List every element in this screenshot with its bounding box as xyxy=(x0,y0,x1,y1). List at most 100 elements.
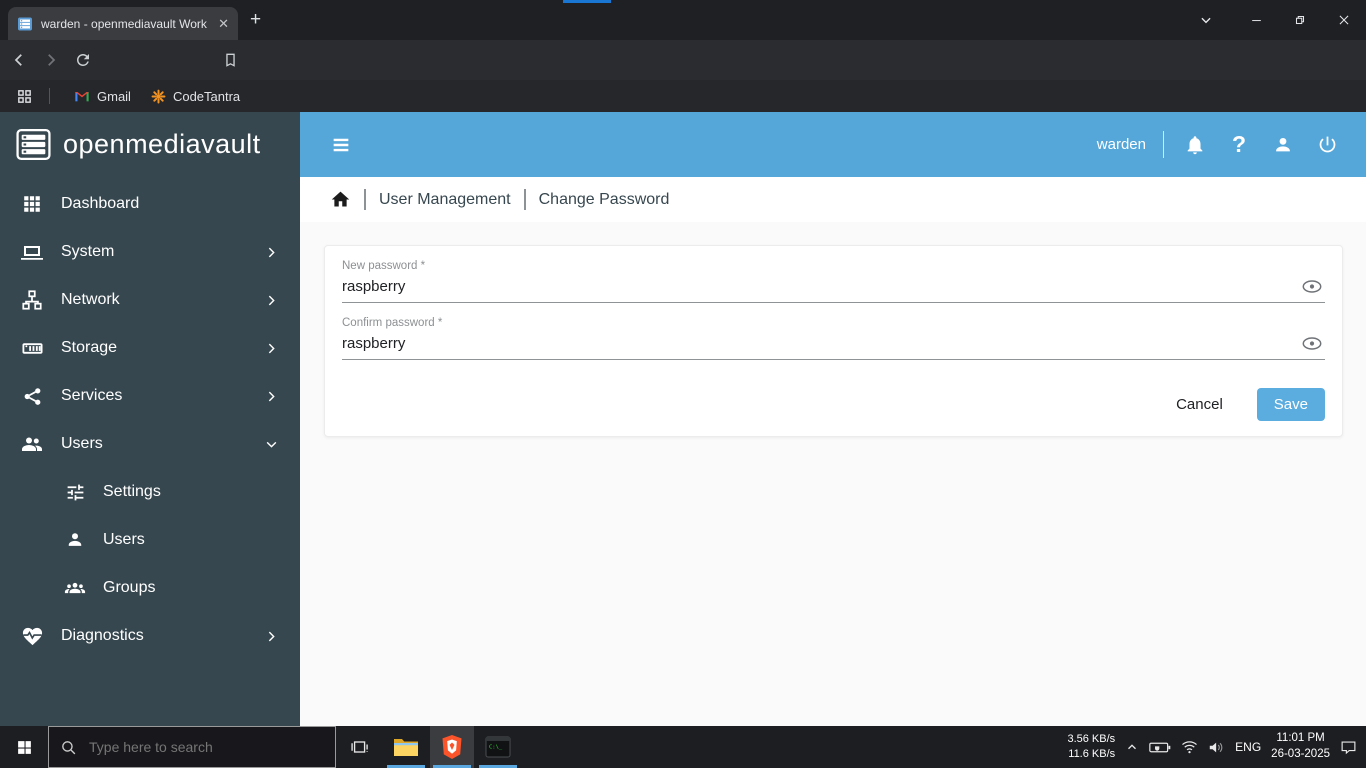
wifi-icon[interactable] xyxy=(1181,740,1198,754)
chevron-right-icon xyxy=(265,342,278,355)
browser-titlebar: warden - openmediavault Work ✕ + xyxy=(0,0,1366,40)
sidebar-item-label: Settings xyxy=(103,483,161,500)
forward-button[interactable] xyxy=(42,51,60,69)
terminal-button[interactable]: C:\_ xyxy=(476,726,520,768)
groups-icon xyxy=(64,577,86,600)
windows-taskbar: C:\_ 3.56 KB/s 11.6 KB/s ENG 11:01 PM 26… xyxy=(0,726,1366,768)
battery-charging-icon[interactable] xyxy=(1149,740,1171,755)
tab-close-icon[interactable]: ✕ xyxy=(218,17,229,30)
sidebar-item-network[interactable]: Network xyxy=(0,276,300,324)
sidebar-item-usermgmt-groups[interactable]: Groups xyxy=(0,564,300,612)
top-indicator-bar xyxy=(563,0,611,3)
bookmarks-divider xyxy=(49,88,50,104)
breadcrumb-item-user-management[interactable]: User Management xyxy=(379,191,511,209)
change-password-form: New password * Confirm password * Cancel… xyxy=(324,245,1343,437)
sidebar-item-services[interactable]: Services xyxy=(0,372,300,420)
action-center-icon[interactable] xyxy=(1340,739,1357,755)
header-divider xyxy=(1163,131,1164,158)
cancel-button[interactable]: Cancel xyxy=(1170,395,1229,414)
toggle-visibility-eye-icon[interactable] xyxy=(1301,278,1323,295)
reload-button[interactable] xyxy=(74,51,92,69)
svg-text:C:\_: C:\_ xyxy=(489,745,503,751)
sidebar-item-label: Services xyxy=(61,387,123,404)
bookmark-label: Gmail xyxy=(97,88,131,104)
toggle-visibility-eye-icon[interactable] xyxy=(1301,335,1323,352)
breadcrumb-divider xyxy=(364,189,366,210)
search-input[interactable] xyxy=(87,738,324,756)
content-area: New password * Confirm password * Cancel… xyxy=(300,222,1366,726)
window-close-button[interactable] xyxy=(1322,0,1366,40)
system-tray: 3.56 KB/s 11.6 KB/s ENG 11:01 PM 26-03-2… xyxy=(1067,726,1366,768)
power-logout-icon[interactable] xyxy=(1315,134,1339,155)
chevron-right-icon xyxy=(265,630,278,643)
back-button[interactable] xyxy=(10,51,28,69)
share-nodes-icon xyxy=(20,386,44,407)
sidebar-item-label: Dashboard xyxy=(61,195,140,212)
chevron-right-icon xyxy=(265,246,278,259)
omv-logo[interactable]: openmediavault xyxy=(0,112,300,177)
new-password-input[interactable] xyxy=(342,272,1325,303)
bookmark-gmail[interactable]: Gmail xyxy=(74,89,131,104)
sidebar-item-usermgmt-users[interactable]: Users xyxy=(0,516,300,564)
sidebar-item-users[interactable]: Users xyxy=(0,420,300,468)
breadcrumb-item-change-password: Change Password xyxy=(538,190,670,208)
help-icon[interactable]: ? xyxy=(1227,133,1251,156)
file-explorer-button[interactable] xyxy=(384,726,428,768)
start-button[interactable] xyxy=(0,726,48,768)
logged-in-username[interactable]: warden xyxy=(1097,136,1146,153)
new-password-label: New password * xyxy=(342,260,426,272)
search-icon xyxy=(62,740,76,754)
sidebar-item-label: Network xyxy=(61,291,120,308)
window-minimize-button[interactable] xyxy=(1234,0,1278,40)
brand-name: openmediavault xyxy=(63,129,261,159)
upload-speed: 3.56 KB/s xyxy=(1067,733,1116,746)
user-account-icon[interactable] xyxy=(1271,134,1295,156)
brave-browser-button[interactable] xyxy=(430,726,474,768)
tab-search-chevron-icon[interactable] xyxy=(1188,0,1224,40)
window-restore-button[interactable] xyxy=(1278,0,1322,40)
notifications-bell-icon[interactable] xyxy=(1183,134,1207,156)
laptop-icon xyxy=(20,240,44,264)
bookmarks-bar: Gmail CodeTantra xyxy=(0,80,1366,112)
confirm-password-label: Confirm password * xyxy=(342,317,443,329)
network-speed-indicator[interactable]: 3.56 KB/s 11.6 KB/s xyxy=(1067,732,1115,762)
sidebar-item-usermgmt-settings[interactable]: Settings xyxy=(0,468,300,516)
sidebar-item-diagnostics[interactable]: Diagnostics xyxy=(0,612,300,660)
time: 11:01 PM xyxy=(1276,732,1325,745)
tab-title: warden - openmediavault Work xyxy=(41,16,207,31)
sidebar-item-label: System xyxy=(61,243,115,260)
sidebar-item-label: Diagnostics xyxy=(61,627,144,644)
dashboard-grid-icon xyxy=(20,193,44,215)
omv-logo-icon xyxy=(16,128,51,161)
sidebar-item-label: Users xyxy=(103,531,145,548)
task-view-button[interactable] xyxy=(338,726,382,768)
sidebar-item-dashboard[interactable]: Dashboard xyxy=(0,180,300,228)
save-button[interactable]: Save xyxy=(1256,388,1325,421)
omv-main: warden ? User Management Change Password… xyxy=(300,112,1366,726)
date: 26-03-2025 xyxy=(1271,748,1330,760)
omv-sidebar: openmediavault Dashboard System Network … xyxy=(0,112,300,726)
sidebar-item-storage[interactable]: Storage xyxy=(0,324,300,372)
omv-favicon xyxy=(17,16,33,32)
new-password-field-group: New password * xyxy=(342,246,1325,303)
home-icon[interactable] xyxy=(330,189,351,210)
bookmark-codetantra[interactable]: CodeTantra xyxy=(151,89,240,104)
sidebar-item-system[interactable]: System xyxy=(0,228,300,276)
language-indicator[interactable]: ENG xyxy=(1235,740,1261,754)
chevron-down-icon xyxy=(265,438,278,451)
hidden-icons-chevron[interactable] xyxy=(1125,740,1139,754)
taskbar-search-box[interactable] xyxy=(48,726,336,768)
volume-icon[interactable] xyxy=(1208,740,1225,755)
reading-list-icon[interactable] xyxy=(222,50,239,70)
chevron-right-icon xyxy=(265,294,278,307)
sidebar-item-label: Groups xyxy=(103,579,156,596)
apps-grid-icon[interactable] xyxy=(16,88,33,105)
chevron-right-icon xyxy=(265,390,278,403)
new-tab-button[interactable]: + xyxy=(250,9,261,31)
bookmark-label: CodeTantra xyxy=(172,88,241,104)
confirm-password-input[interactable] xyxy=(342,329,1325,360)
clock[interactable]: 11:01 PM 26-03-2025 xyxy=(1271,731,1330,762)
menu-hamburger-icon[interactable] xyxy=(330,134,352,156)
browser-tab[interactable]: warden - openmediavault Work ✕ xyxy=(8,7,238,40)
confirm-password-field-group: Confirm password * xyxy=(342,303,1325,360)
